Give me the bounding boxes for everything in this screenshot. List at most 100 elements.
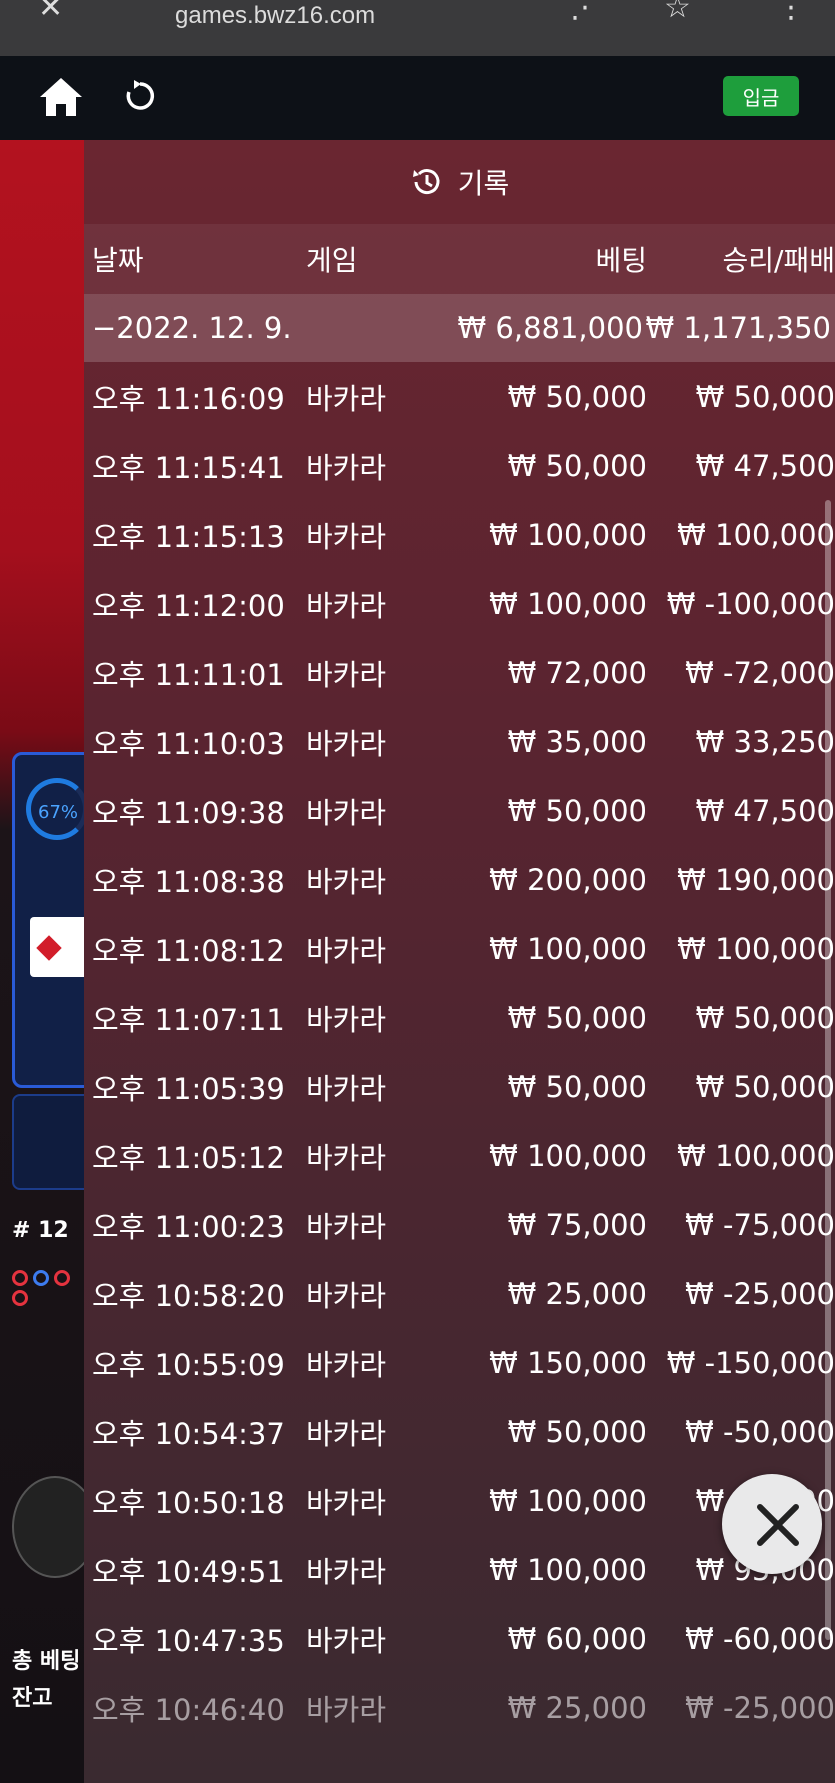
- row-game: 바카라: [306, 519, 387, 554]
- deposit-button[interactable]: 입금: [723, 76, 799, 116]
- history-row[interactable]: 오후 10:49:51바카라₩ 100,000₩ 95,000: [84, 1535, 835, 1604]
- history-row[interactable]: 오후 10:46:40 바카라 ₩ 25,000 ₩ -25,000: [84, 1673, 835, 1742]
- row-time: 오후 10:50:18: [92, 1485, 285, 1520]
- row-win-loss: ₩ 100,000: [677, 931, 835, 966]
- history-panel: 기록 날짜 게임 베팅 승리/패배 −2022. 12. 9. ₩ 6,881,…: [84, 140, 835, 1783]
- row-win-loss: ₩ 100,000: [677, 1138, 835, 1173]
- row-bet: ₩ 50,000: [507, 793, 647, 828]
- history-row[interactable]: 오후 11:08:12 바카라 ₩ 100,000 ₩ 100,000: [84, 914, 835, 983]
- row-win-loss: ₩ -60,000: [685, 1621, 835, 1656]
- row-game: 바카라: [306, 1692, 387, 1727]
- row-game: 바카라: [306, 933, 387, 968]
- row-time: 오후 11:12:00: [92, 588, 285, 623]
- row-bet: ₩ 100,000: [489, 1138, 647, 1173]
- home-icon[interactable]: [38, 76, 84, 118]
- row-time: 오후 10:58:20: [92, 1278, 285, 1313]
- history-row[interactable]: 오후 10:54:37 바카라 ₩ 50,000 ₩ -50,000: [84, 1397, 835, 1466]
- row-bet: ₩ 50,000: [507, 1069, 647, 1104]
- history-row[interactable]: 오후 11:15:41 바카라 ₩ 50,000 ₩ 47,500: [84, 431, 835, 500]
- total-bet-label: 총 베팅: [12, 1649, 81, 1674]
- history-row[interactable]: 오후 11:12:00 바카라 ₩ 100,000 ₩ -100,000: [84, 569, 835, 638]
- row-bet: ₩ 100,000: [489, 1552, 647, 1587]
- row-win-loss: ₩ 100,000: [677, 517, 835, 552]
- more-menu-icon[interactable]: ⋮: [776, 0, 806, 25]
- row-game: 바카라: [306, 1554, 387, 1589]
- row-game: 바카라: [306, 657, 387, 692]
- url-bar[interactable]: games.bwz16.com: [175, 2, 375, 30]
- row-time: 오후 11:10:03: [92, 726, 285, 761]
- history-row[interactable]: 오후 11:07:11 바카라 ₩ 50,000 ₩ 50,000: [84, 983, 835, 1052]
- row-time: 오후 11:08:38: [92, 864, 285, 899]
- close-icon: [757, 1504, 799, 1546]
- row-game: 바카라: [306, 1140, 387, 1175]
- row-win-loss: ₩ -25,000: [685, 1276, 835, 1311]
- row-bet: ₩ 50,000: [507, 379, 647, 414]
- close-button[interactable]: [722, 1474, 822, 1574]
- row-win-loss: ₩ -50,000: [685, 1414, 835, 1449]
- row-time: 오후 10:54:37: [92, 1416, 285, 1451]
- date-group-bet: ₩ 6,881,000: [457, 311, 643, 345]
- row-time: 오후 10:46:40: [92, 1692, 285, 1727]
- col-game: 게임: [306, 244, 358, 277]
- row-time: 오후 11:16:09: [92, 381, 285, 416]
- row-bet: ₩ 150,000: [489, 1345, 647, 1380]
- row-game: 바카라: [306, 1002, 387, 1037]
- row-game: 바카라: [306, 450, 387, 485]
- row-time: 오후 11:00:23: [92, 1209, 285, 1244]
- history-row[interactable]: 오후 11:11:01 바카라 ₩ 72,000 ₩ -72,000: [84, 638, 835, 707]
- row-game: 바카라: [306, 381, 387, 416]
- row-bet: ₩ 35,000: [507, 724, 647, 759]
- col-bet: 베팅: [595, 244, 647, 277]
- row-game: 바카라: [306, 588, 387, 623]
- history-title: 기록: [84, 140, 835, 224]
- refresh-icon[interactable]: [122, 78, 158, 114]
- row-bet: ₩ 200,000: [489, 862, 647, 897]
- row-bet: ₩ 50,000: [507, 1000, 647, 1035]
- row-game: 바카라: [306, 726, 387, 761]
- history-row[interactable]: 오후 11:00:23 바카라 ₩ 75,000 ₩ -75,000: [84, 1190, 835, 1259]
- history-row[interactable]: 오후 11:16:09 바카라 ₩ 50,000 ₩ 50,000: [84, 362, 835, 431]
- row-win-loss: ₩ 47,500: [695, 793, 835, 828]
- browser-bar: ✕ games.bwz16.com ⋰ ☆ ⋮: [0, 0, 835, 56]
- row-time: 오후 10:55:09: [92, 1347, 285, 1382]
- history-row[interactable]: 오후 11:15:13 바카라 ₩ 100,000 ₩ 100,000: [84, 500, 835, 569]
- row-time: 오후 11:08:12: [92, 933, 285, 968]
- row-time: 오후 11:05:12: [92, 1140, 285, 1175]
- row-win-loss: ₩ 50,000: [695, 1069, 835, 1104]
- card-icon: [30, 917, 90, 977]
- round-number: # 12: [12, 1218, 69, 1243]
- history-row[interactable]: 오후 10:58:20 바카라 ₩ 25,000 ₩ -25,000: [84, 1259, 835, 1328]
- scrollbar[interactable]: [825, 500, 831, 1640]
- col-date: 날짜: [92, 244, 144, 277]
- row-win-loss: ₩ 190,000: [677, 862, 835, 897]
- share-icon[interactable]: ⋰: [570, 0, 600, 25]
- history-row[interactable]: 오후 10:47:35 바카라 ₩ 60,000 ₩ -60,000: [84, 1604, 835, 1673]
- row-bet: ₩ 75,000: [507, 1207, 647, 1242]
- row-win-loss: ₩ -72,000: [685, 655, 835, 690]
- history-row[interactable]: 오후 10:55:09 바카라 ₩ 150,000 ₩ -150,000: [84, 1328, 835, 1397]
- row-bet: ₩ 50,000: [507, 1414, 647, 1449]
- row-game: 바카라: [306, 1347, 387, 1382]
- row-bet: ₩ 100,000: [489, 586, 647, 621]
- row-time: 오후 10:47:35: [92, 1623, 285, 1658]
- history-row[interactable]: 오후 11:08:38 바카라 ₩ 200,000 ₩ 190,000: [84, 845, 835, 914]
- row-win-loss: ₩ 47,500: [695, 448, 835, 483]
- row-win-loss: ₩ 50,000: [695, 379, 835, 414]
- progress-percent: 67%: [38, 802, 79, 823]
- row-bet: ₩ 25,000: [507, 1690, 647, 1725]
- date-group-row[interactable]: −2022. 12. 9. ₩ 6,881,000 ₩ 1,171,350: [84, 294, 835, 362]
- history-row[interactable]: 오후 11:09:38 바카라 ₩ 50,000 ₩ 47,500: [84, 776, 835, 845]
- row-bet: ₩ 50,000: [507, 448, 647, 483]
- history-row[interactable]: 오후 11:10:03 바카라 ₩ 35,000 ₩ 33,250: [84, 707, 835, 776]
- row-game: 바카라: [306, 1278, 387, 1313]
- row-bet: ₩ 25,000: [507, 1276, 647, 1311]
- history-row[interactable]: 오후 11:05:12 바카라 ₩ 100,000 ₩ 100,000: [84, 1121, 835, 1190]
- row-bet: ₩ 72,000: [507, 655, 647, 690]
- history-table-header: 날짜 게임 베팅 승리/패배: [84, 224, 835, 294]
- bookmark-icon[interactable]: ☆: [664, 0, 691, 25]
- history-row[interactable]: 오후 11:05:39 바카라 ₩ 50,000 ₩ 50,000: [84, 1052, 835, 1121]
- close-tab-icon[interactable]: ✕: [38, 0, 63, 25]
- history-title-text: 기록: [457, 167, 510, 200]
- row-win-loss: ₩ -75,000: [685, 1207, 835, 1242]
- row-game: 바카라: [306, 1416, 387, 1451]
